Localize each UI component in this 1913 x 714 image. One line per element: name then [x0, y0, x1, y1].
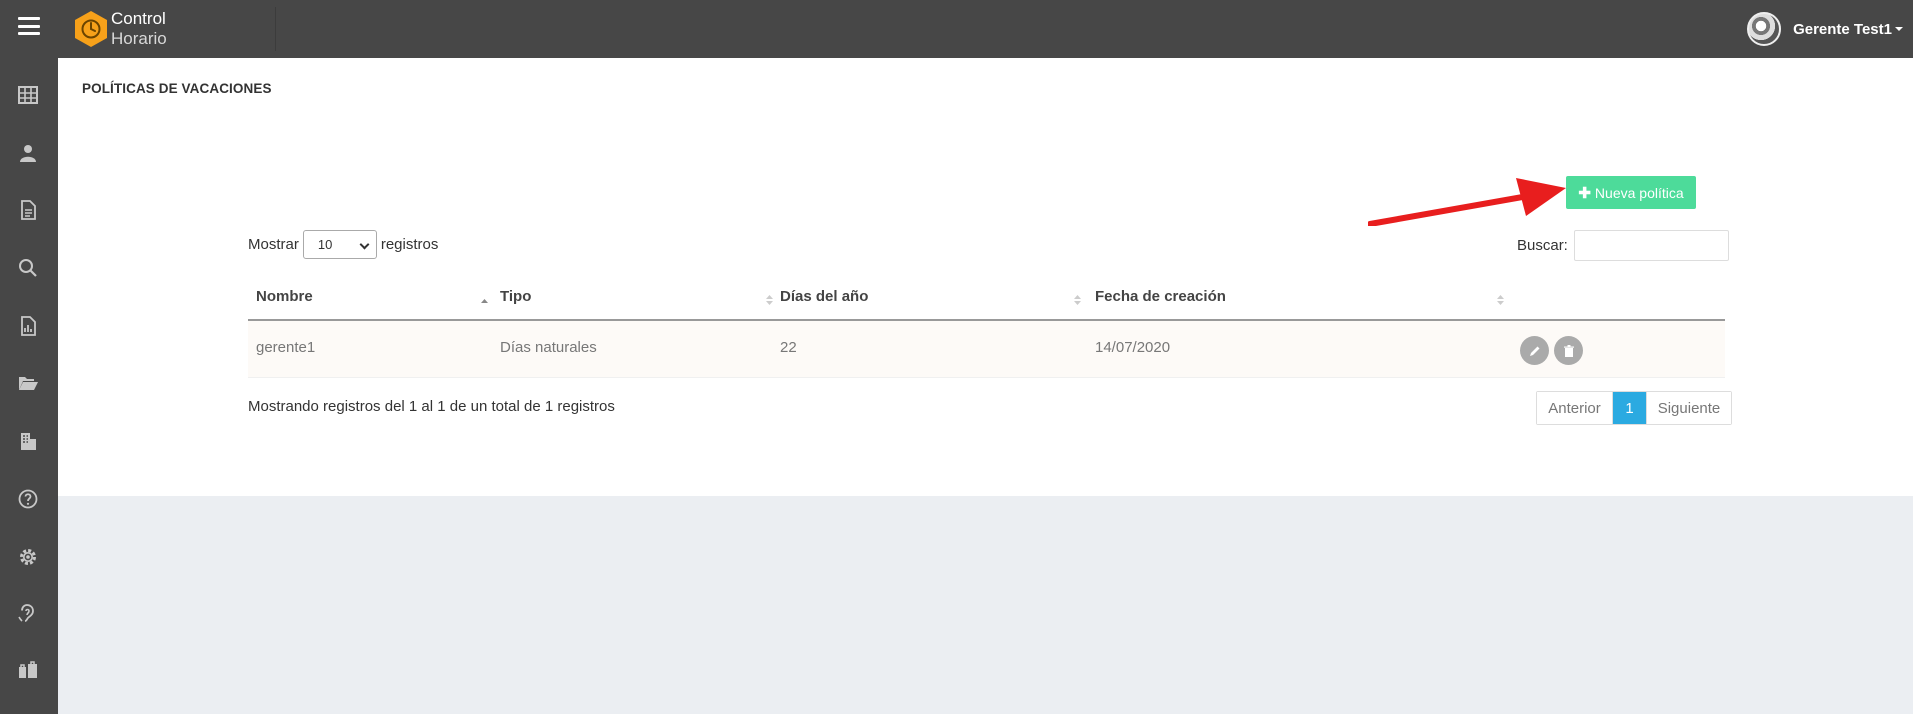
chevron-down-icon [1895, 27, 1903, 31]
dashboard-icon[interactable] [17, 84, 39, 106]
red-arrow-annotation [1368, 178, 1566, 226]
avatar [1747, 12, 1782, 46]
prev-page-button[interactable]: Anterior [1537, 392, 1613, 424]
user-menu[interactable]: Gerente Test1 [1747, 10, 1903, 48]
menu-toggle-icon[interactable] [18, 17, 40, 35]
next-page-button[interactable]: Siguiente [1646, 392, 1731, 424]
sort-icon[interactable] [766, 294, 773, 306]
show-prefix: Mostrar [248, 236, 299, 253]
vacation-icon[interactable] [17, 660, 39, 682]
page-size-value: 10 [317, 237, 333, 252]
table-header: Nombre Tipo Días del año Fecha de creaci… [248, 276, 1725, 321]
page-size-control: Mostrar 10 registros [248, 230, 438, 259]
show-suffix: registros [380, 236, 439, 253]
delete-button[interactable] [1554, 336, 1583, 365]
brand[interactable]: Control Horario [70, 7, 276, 51]
hearing-icon[interactable] [17, 603, 39, 625]
page-title: POLÍTICAS DE VACACIONES [82, 81, 272, 96]
top-bar: Control Horario Gerente Test1 [0, 0, 1913, 58]
search-control: Buscar: [1517, 230, 1729, 261]
cell-dias: 22 [780, 339, 797, 356]
new-policy-button[interactable]: ✚ Nueva política [1566, 176, 1696, 209]
new-policy-label: Nueva política [1594, 184, 1684, 201]
edit-button[interactable] [1520, 336, 1549, 365]
column-header-fecha[interactable]: Fecha de creación [1095, 288, 1226, 305]
sidebar [0, 58, 58, 714]
search-icon[interactable] [17, 257, 39, 279]
cell-nombre: gerente1 [256, 339, 316, 356]
pencil-icon [1529, 346, 1539, 356]
cell-tipo: Días naturales [500, 339, 597, 356]
chevron-down-icon [359, 239, 370, 250]
cell-fecha: 14/07/2020 [1095, 339, 1171, 356]
page-size-select[interactable]: 10 [302, 230, 377, 259]
plus-icon: ✚ [1578, 184, 1591, 202]
brand-name-line2: Horario [111, 29, 167, 48]
search-label: Buscar: [1517, 237, 1568, 254]
building-icon[interactable] [17, 430, 39, 452]
user-name: Gerente Test1 [1793, 20, 1892, 38]
folder-open-icon[interactable] [17, 372, 39, 394]
user-icon[interactable] [17, 142, 39, 164]
sort-asc-icon[interactable] [481, 294, 488, 306]
search-input[interactable] [1573, 230, 1729, 261]
brand-name-line1: Control [111, 9, 166, 28]
column-header-nombre[interactable]: Nombre [256, 288, 313, 305]
help-icon[interactable] [17, 488, 39, 510]
policies-table: Nombre Tipo Días del año Fecha de creaci… [248, 276, 1725, 378]
sort-icon[interactable] [1497, 294, 1504, 306]
pagination: Anterior 1 Siguiente [1536, 391, 1732, 425]
page-1-button[interactable]: 1 [1613, 392, 1646, 424]
column-header-dias[interactable]: Días del año [780, 288, 868, 305]
report-icon[interactable] [17, 315, 39, 337]
sort-icon[interactable] [1074, 294, 1081, 306]
clock-logo-icon [75, 11, 107, 47]
trash-icon [1563, 344, 1574, 357]
gear-icon[interactable] [17, 546, 39, 568]
content-panel: POLÍTICAS DE VACACIONES ✚ Nueva política… [58, 58, 1913, 496]
table-row: gerente1 Días naturales 22 14/07/2020 [248, 321, 1725, 378]
records-info: Mostrando registros del 1 al 1 de un tot… [248, 398, 615, 415]
document-icon[interactable] [17, 199, 39, 221]
column-header-tipo[interactable]: Tipo [500, 288, 531, 305]
